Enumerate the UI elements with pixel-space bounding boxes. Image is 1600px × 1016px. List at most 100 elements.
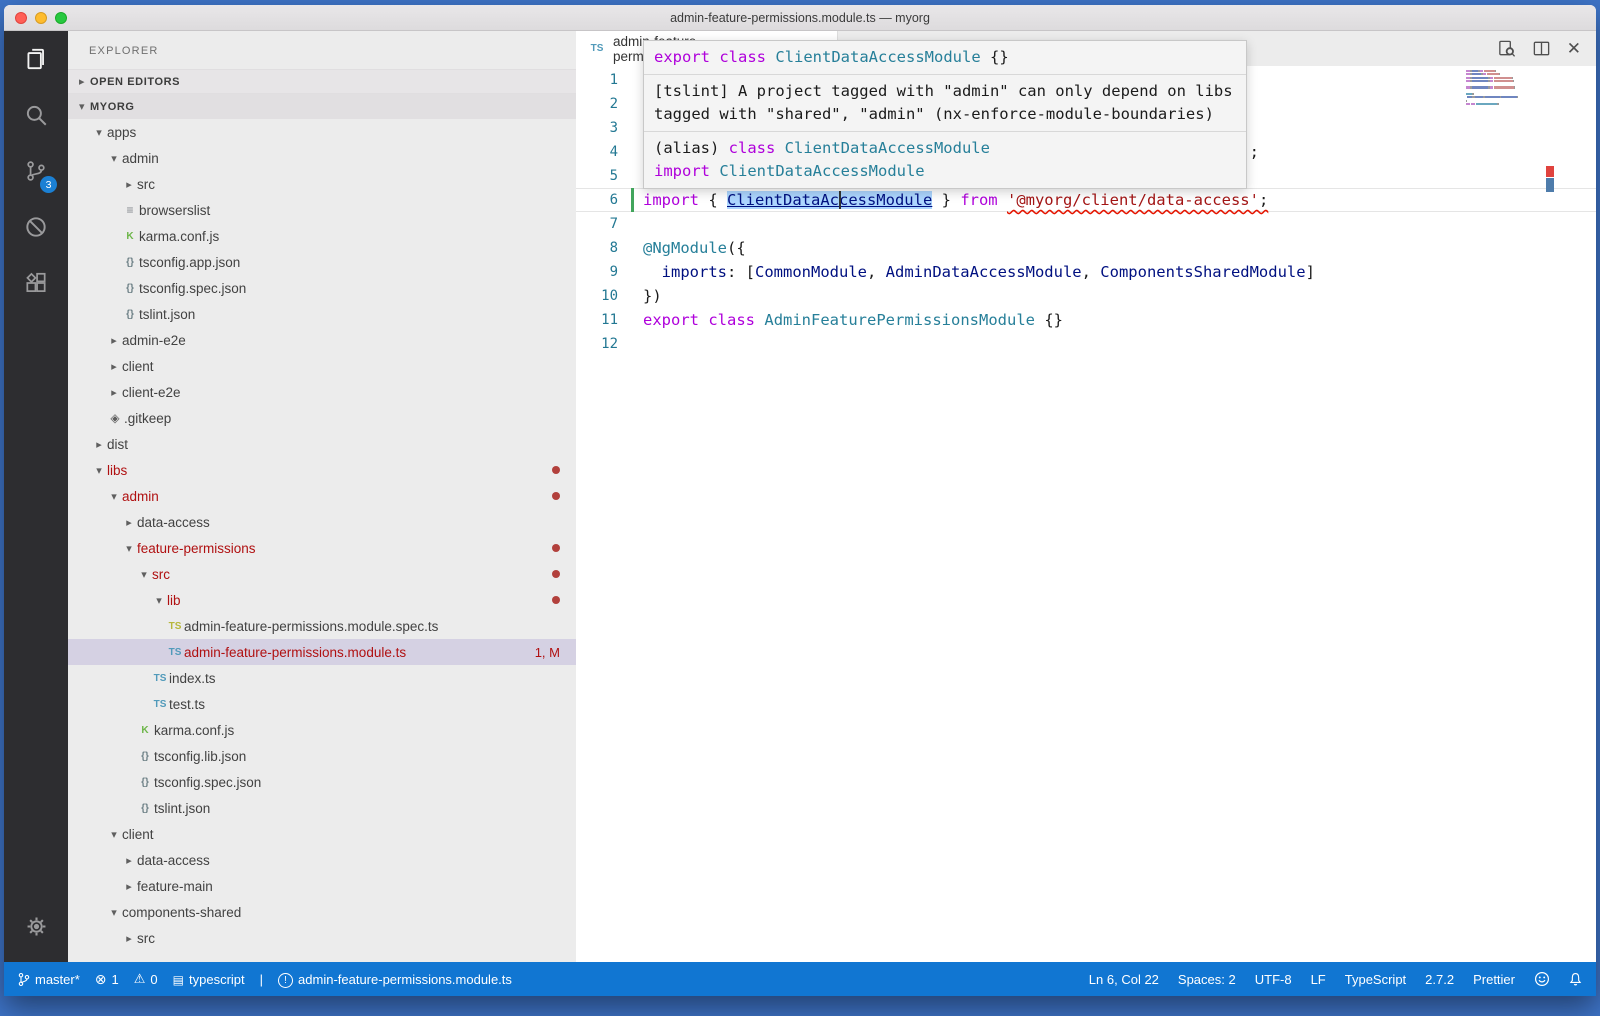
tree-item-karma-conf-js[interactable]: Kkarma.conf.js [68,717,576,743]
chevron-down-icon[interactable]: ▾ [136,568,152,581]
tree-item-data-access[interactable]: ▸data-access [68,509,576,535]
error-icon: ⊗ [95,971,107,988]
tree-item-dist[interactable]: ▸dist [68,431,576,457]
chevron-down-icon[interactable]: ▾ [106,490,122,503]
chevron-right-icon[interactable]: ▸ [121,854,137,867]
hover-alias-info: (alias) class ClientDataAccessModuleimpo… [644,131,1246,188]
chevron-right-icon[interactable]: ▸ [106,360,122,373]
settings-button[interactable] [4,898,68,954]
tree-item-client[interactable]: ▸client [68,353,576,379]
problems-badge: 1, M [535,645,560,660]
debug-activity-button[interactable] [4,199,68,255]
code-line-9[interactable]: 9 imports: [CommonModule, AdminDataAcces… [576,260,1596,284]
close-window-button[interactable] [15,12,27,24]
status-ln-6-col-22[interactable]: Ln 6, Col 22 [1089,972,1159,987]
code-line-8[interactable]: 8@NgModule({ [576,236,1596,260]
json-file-icon: {} [136,803,154,814]
tree-item-tsconfig-spec-json[interactable]: {}tsconfig.spec.json [68,769,576,795]
tree-item-admin-feature-permissions-module-spec-ts[interactable]: TSadmin-feature-permissions.module.spec.… [68,613,576,639]
code-line-7[interactable]: 7 [576,212,1596,236]
tree-item-lib[interactable]: ▾lib [68,587,576,613]
tree-item-tslint-json[interactable]: {}tslint.json [68,301,576,327]
overview-ruler-error-mark [1546,166,1554,177]
chevron-down-icon[interactable]: ▾ [121,542,137,555]
source-control-activity-button[interactable]: 3 [4,143,68,199]
tree-item-tsconfig-lib-json[interactable]: {}tsconfig.lib.json [68,743,576,769]
tree-item-apps[interactable]: ▾apps [68,119,576,145]
minimize-window-button[interactable] [35,12,47,24]
chevron-down-icon[interactable]: ▾ [151,594,167,607]
chevron-down-icon[interactable]: ▾ [91,464,107,477]
root-folder-header[interactable]: ▾ MYORG [68,93,576,119]
status-problems[interactable]: !admin-feature-permissions.module.ts [278,971,512,988]
close-editor-icon[interactable]: ✕ [1567,40,1581,57]
tree-item-src[interactable]: ▸src [68,171,576,197]
chevron-right-icon[interactable]: ▸ [91,438,107,451]
tree-item-client[interactable]: ▾client [68,821,576,847]
status-git-branch[interactable]: master* [18,972,80,987]
split-editor-icon[interactable] [1532,39,1551,58]
line-number: 4 [576,140,618,164]
tree-item-karma-conf-js[interactable]: Kkarma.conf.js [68,223,576,249]
status-bell[interactable] [1569,972,1582,987]
code-line-10[interactable]: 10}) [576,284,1596,308]
tree-item-tsconfig-app-json[interactable]: {}tsconfig.app.json [68,249,576,275]
chevron-down-icon[interactable]: ▾ [91,126,107,139]
status-tslint[interactable]: ▤typescript [173,972,245,987]
tree-item-libs[interactable]: ▾libs [68,457,576,483]
tree-item-feature-main[interactable]: ▸feature-main [68,873,576,899]
files-activity-button[interactable] [4,31,68,87]
tree-item-admin-feature-permissions-module-ts[interactable]: TSadmin-feature-permissions.module.ts1, … [68,639,576,665]
chevron-down-icon[interactable]: ▾ [106,906,122,919]
status-prettier[interactable]: Prettier [1473,972,1515,987]
code-area[interactable]: 1import { NgModule } from '@angular/core… [576,66,1596,962]
status-2-7-2[interactable]: 2.7.2 [1425,972,1454,987]
tree-item-src[interactable]: ▾src [68,561,576,587]
chevron-down-icon[interactable]: ▾ [106,828,122,841]
chevron-right-icon[interactable]: ▸ [106,386,122,399]
status-spaces-2[interactable]: Spaces: 2 [1178,972,1236,987]
code-line-6[interactable]: 6import { ClientDataAccessModule } from … [576,188,1596,212]
chevron-right-icon[interactable]: ▸ [121,932,137,945]
activity-bar-bottom [4,898,68,954]
open-preview-icon[interactable] [1497,39,1516,58]
chevron-down-icon[interactable]: ▾ [106,152,122,165]
minimap[interactable] [1466,70,1532,109]
tree-item-admin[interactable]: ▾admin [68,483,576,509]
chevron-right-icon[interactable]: ▸ [121,880,137,893]
tree-item-src[interactable]: ▸src [68,925,576,951]
open-editors-header[interactable]: ▸ OPEN EDITORS [68,69,576,93]
tree-item-tsconfig-spec-json[interactable]: {}tsconfig.spec.json [68,275,576,301]
chevron-right-icon[interactable]: ▸ [121,178,137,191]
chevron-right-icon[interactable]: ▸ [121,516,137,529]
error-dot-badge [552,544,560,552]
tree-item-gitkeep[interactable]: ◈.gitkeep [68,405,576,431]
tree-item-components-shared[interactable]: ▾components-shared [68,899,576,925]
line-number: 5 [576,164,618,188]
tree-item-index-ts[interactable]: TSindex.ts [68,665,576,691]
tree-item-admin-e2e[interactable]: ▸admin-e2e [68,327,576,353]
tree-item-tslint-json[interactable]: {}tslint.json [68,795,576,821]
tree-item-data-access[interactable]: ▸data-access [68,847,576,873]
status-feedback[interactable] [1534,971,1550,987]
tree-item-admin[interactable]: ▾admin [68,145,576,171]
extensions-activity-button[interactable] [4,255,68,311]
text-cursor [839,191,841,209]
tree-item-test-ts[interactable]: TStest.ts [68,691,576,717]
code-line-11[interactable]: 11export class AdminFeaturePermissionsMo… [576,308,1596,332]
status-lf[interactable]: LF [1311,972,1326,987]
ts-file-icon: TS [151,699,169,710]
code-line-12[interactable]: 12 [576,332,1596,356]
tree-item-browserslist[interactable]: ≡browserslist [68,197,576,223]
tree-item-client-e2e[interactable]: ▸client-e2e [68,379,576,405]
tree-item-feature-permissions[interactable]: ▾feature-permissions [68,535,576,561]
status-warning[interactable]: ⚠0 [134,971,158,987]
status-[interactable]: | [260,972,263,987]
zoom-window-button[interactable] [55,12,67,24]
chevron-right-icon[interactable]: ▸ [106,334,122,347]
warning-icon: ⚠ [134,971,146,987]
status-typescript[interactable]: TypeScript [1345,972,1406,987]
status-utf-8[interactable]: UTF-8 [1255,972,1292,987]
search-activity-button[interactable] [4,87,68,143]
status-error[interactable]: ⊗1 [95,971,119,988]
